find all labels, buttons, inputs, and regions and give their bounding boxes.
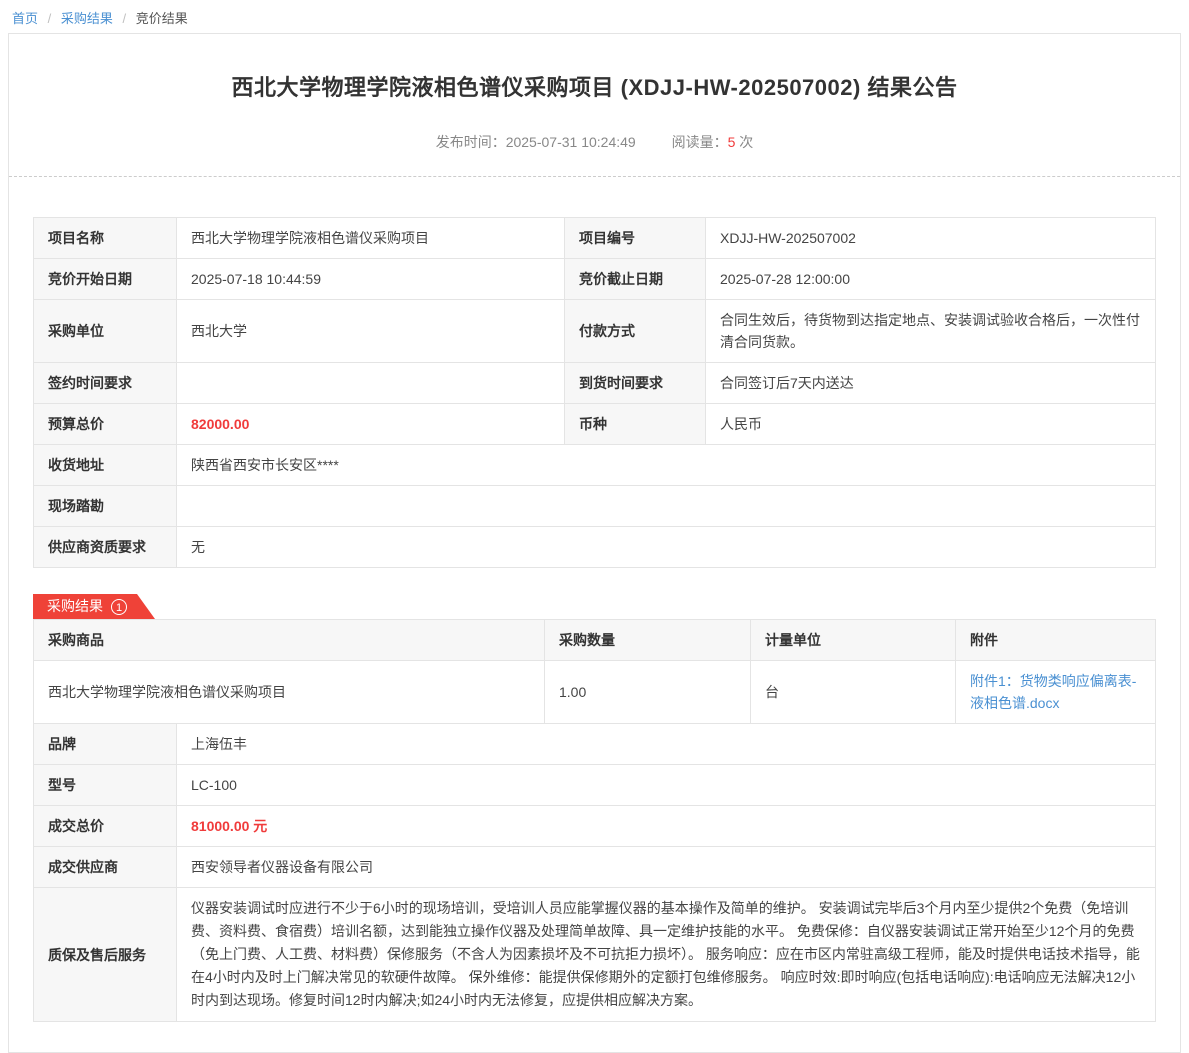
- table-row: 竞价开始日期 2025-07-18 10:44:59 竞价截止日期 2025-0…: [34, 259, 1156, 300]
- column-header-unit: 计量单位: [751, 620, 956, 661]
- breadcrumb-current: 竞价结果: [136, 11, 188, 26]
- info-value: XDJJ-HW-202507002: [706, 218, 1156, 259]
- info-label: 竞价截止日期: [565, 259, 706, 300]
- table-row: 项目名称 西北大学物理学院液相色谱仪采购项目 项目编号 XDJJ-HW-2025…: [34, 218, 1156, 259]
- result-badge-label: 采购结果: [47, 594, 103, 619]
- warranty-service-text: 仪器安装调试时应进行不少于6小时的现场培训，受培训人员应能掌握仪器的基本操作及简…: [177, 888, 1156, 1022]
- info-value: 合同生效后，待货物到达指定地点、安装调试验收合格后，一次性付清合同货款。: [706, 300, 1156, 363]
- info-value: 2025-07-18 10:44:59: [177, 259, 565, 300]
- page-title: 西北大学物理学院液相色谱仪采购项目 (XDJJ-HW-202507002) 结果…: [49, 70, 1140, 102]
- breadcrumb-home[interactable]: 首页: [12, 11, 38, 26]
- info-value: 人民币: [706, 404, 1156, 445]
- table-row: 收货地址 陕西省西安市长安区****: [34, 445, 1156, 486]
- info-label: 采购单位: [34, 300, 177, 363]
- breadcrumb-purchase-results[interactable]: 采购结果: [61, 11, 113, 26]
- info-label: 币种: [565, 404, 706, 445]
- info-value: [177, 363, 565, 404]
- project-info-table: 项目名称 西北大学物理学院液相色谱仪采购项目 项目编号 XDJJ-HW-2025…: [33, 217, 1156, 568]
- info-label: 项目名称: [34, 218, 177, 259]
- model-value: LC-100: [177, 765, 1156, 806]
- deal-total-price: 81000.00 元: [177, 806, 1156, 847]
- unit-value: 台: [751, 661, 956, 724]
- info-label: 到货时间要求: [565, 363, 706, 404]
- read-count-value: 5: [728, 134, 736, 150]
- info-value: 2025-07-28 12:00:00: [706, 259, 1156, 300]
- info-value: 西北大学: [177, 300, 565, 363]
- info-value: 合同签订后7天内送达: [706, 363, 1156, 404]
- table-header-row: 采购商品 采购数量 计量单位 附件: [34, 620, 1156, 661]
- result-badge: 采购结果 1: [33, 594, 155, 619]
- table-row: 西北大学物理学院液相色谱仪采购项目 1.00 台 附件1：货物类响应偏离表-液相…: [34, 661, 1156, 724]
- info-label: 项目编号: [565, 218, 706, 259]
- result-table: 采购商品 采购数量 计量单位 附件 西北大学物理学院液相色谱仪采购项目 1.00…: [33, 619, 1156, 724]
- info-label: 预算总价: [34, 404, 177, 445]
- announcement-meta: 发布时间：2025-07-31 10:24:49 阅读量：5 次: [49, 132, 1140, 152]
- attachment-link[interactable]: 附件1：货物类响应偏离表-液相色谱.docx: [970, 670, 1141, 714]
- publish-time-value: 2025-07-31 10:24:49: [506, 134, 636, 150]
- product-name: 西北大学物理学院液相色谱仪采购项目: [34, 661, 545, 724]
- column-header-product: 采购商品: [34, 620, 545, 661]
- result-detail-table: 品牌 上海伍丰 型号 LC-100 成交总价 81000.00 元 成交供应商 …: [33, 723, 1156, 1022]
- info-label: 型号: [34, 765, 177, 806]
- quantity-value: 1.00: [545, 661, 751, 724]
- supplier-value: 西安领导者仪器设备有限公司: [177, 847, 1156, 888]
- read-count-unit: 次: [739, 134, 753, 150]
- read-count-label: 阅读量：: [672, 134, 728, 150]
- announcement-body: 项目名称 西北大学物理学院液相色谱仪采购项目 项目编号 XDJJ-HW-2025…: [9, 177, 1180, 1052]
- info-label: 签约时间要求: [34, 363, 177, 404]
- info-label: 成交总价: [34, 806, 177, 847]
- column-header-quantity: 采购数量: [545, 620, 751, 661]
- attachment-cell: 附件1：货物类响应偏离表-液相色谱.docx: [956, 661, 1156, 724]
- brand-value: 上海伍丰: [177, 724, 1156, 765]
- info-label: 收货地址: [34, 445, 177, 486]
- info-label: 品牌: [34, 724, 177, 765]
- info-value: 西北大学物理学院液相色谱仪采购项目: [177, 218, 565, 259]
- table-row: 采购单位 西北大学 付款方式 合同生效后，待货物到达指定地点、安装调试验收合格后…: [34, 300, 1156, 363]
- table-row: 品牌 上海伍丰: [34, 724, 1156, 765]
- breadcrumb-separator: /: [123, 11, 127, 26]
- info-label: 质保及售后服务: [34, 888, 177, 1022]
- table-row: 成交供应商 西安领导者仪器设备有限公司: [34, 847, 1156, 888]
- info-label: 付款方式: [565, 300, 706, 363]
- info-label: 成交供应商: [34, 847, 177, 888]
- info-label: 竞价开始日期: [34, 259, 177, 300]
- info-label: 供应商资质要求: [34, 527, 177, 568]
- announcement-card: 西北大学物理学院液相色谱仪采购项目 (XDJJ-HW-202507002) 结果…: [8, 33, 1181, 1053]
- info-value: 陕西省西安市长安区****: [177, 445, 1156, 486]
- result-count-badge: 1: [111, 599, 127, 615]
- info-value: [177, 486, 1156, 527]
- table-row: 预算总价 82000.00 币种 人民币: [34, 404, 1156, 445]
- table-row: 成交总价 81000.00 元: [34, 806, 1156, 847]
- announcement-header: 西北大学物理学院液相色谱仪采购项目 (XDJJ-HW-202507002) 结果…: [9, 34, 1180, 177]
- table-row: 签约时间要求 到货时间要求 合同签订后7天内送达: [34, 363, 1156, 404]
- table-row: 质保及售后服务 仪器安装调试时应进行不少于6小时的现场培训，受培训人员应能掌握仪…: [34, 888, 1156, 1022]
- info-value: 无: [177, 527, 1156, 568]
- table-row: 供应商资质要求 无: [34, 527, 1156, 568]
- breadcrumb: 首页 / 采购结果 / 竞价结果: [0, 0, 1189, 33]
- table-row: 现场踏勘: [34, 486, 1156, 527]
- info-label: 现场踏勘: [34, 486, 177, 527]
- column-header-attachment: 附件: [956, 620, 1156, 661]
- breadcrumb-separator: /: [48, 11, 52, 26]
- table-row: 型号 LC-100: [34, 765, 1156, 806]
- budget-total-value: 82000.00: [177, 404, 565, 445]
- publish-time-label: 发布时间：: [436, 134, 506, 150]
